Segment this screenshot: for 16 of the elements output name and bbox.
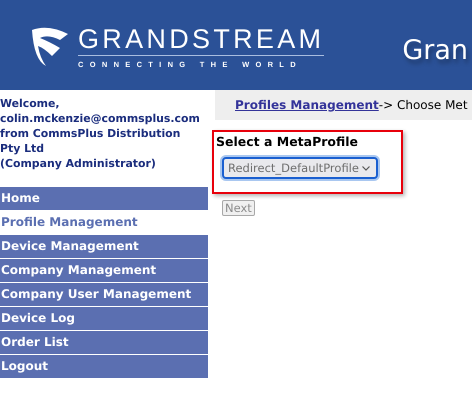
chevron-icon [362,166,370,170]
sidebar-item[interactable]: Device Log [0,307,208,330]
sidebar-item[interactable]: Order List [0,331,208,354]
page-title: Gran [402,34,468,66]
sidebar-item[interactable]: Device Management [0,235,208,258]
metaprofile-select[interactable]: Redirect_DefaultProfile [222,157,378,179]
sidebar-item[interactable]: Logout [0,355,208,378]
welcome-text: Welcome, colin.mckenzie@commsplus.com from CommsPlus Distribution Pty Ltd (Company Administrator) [0,96,201,171]
sidebar-item[interactable]: Home [0,187,208,210]
sidebar-item[interactable]: Company User Management [0,283,208,306]
logo-icon [30,26,70,68]
breadcrumb-link[interactable]: Profiles Management [235,98,379,112]
field-label: Select a MetaProfile [216,134,360,149]
logo-name: GRANDSTREAM [78,25,324,56]
breadcrumb-text: -> Choose Met [378,98,468,112]
sidebar-item[interactable]: Company Management [0,259,208,282]
